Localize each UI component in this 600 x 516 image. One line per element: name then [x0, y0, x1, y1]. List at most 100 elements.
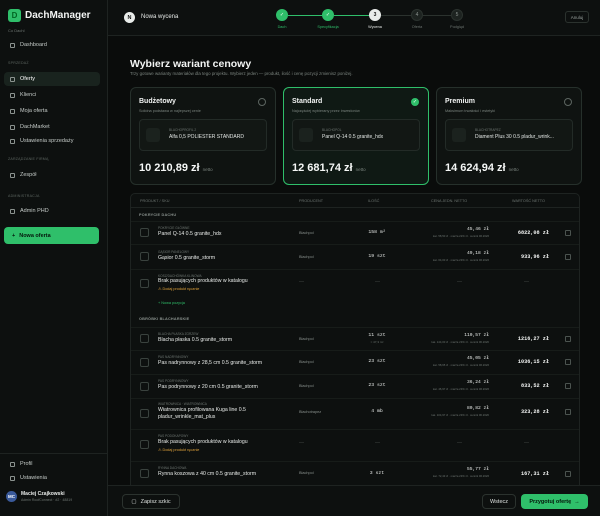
user-icon — [10, 461, 15, 467]
step-specyfikacja[interactable]: ✓ — [322, 9, 334, 21]
variant-card-budget[interactable]: Budżetowy Solidna podstawa w najlepszej … — [130, 87, 276, 185]
variant-card-premium[interactable]: Premium Maksimum trwałości i estetyki BL… — [436, 87, 582, 185]
trash-icon[interactable] — [565, 409, 571, 415]
step-wycena[interactable]: 3 — [369, 9, 381, 21]
variant-card-standard[interactable]: Standard Najczęściej wybierany przez inw… — [283, 87, 429, 185]
sidebar-item-team[interactable]: Zespół — [4, 168, 100, 182]
product-icon — [140, 409, 149, 418]
app-name: DachManager — [25, 10, 91, 21]
check-icon[interactable]: ✓ — [411, 98, 419, 106]
tag-icon — [10, 108, 15, 114]
table-row[interactable]: KOSZ/DACHÓWKA KLINOWA Brak pasujących pr… — [131, 269, 579, 311]
back-button[interactable]: Wstecz — [482, 494, 516, 509]
document-icon — [10, 76, 15, 82]
product-icon — [140, 469, 149, 478]
radio-icon[interactable] — [564, 98, 572, 106]
table-row[interactable]: PAS PODOKAPOWY Brak pasujących produktów… — [131, 429, 579, 460]
user-name: Maciej Czajkowski — [21, 491, 65, 497]
sidebar-divider — [0, 453, 108, 454]
save-draft-button[interactable]: ▢ Zapisz szkic — [122, 494, 180, 509]
step-dach[interactable]: ✓ — [276, 9, 288, 21]
column-header: PRODUCENT — [299, 199, 324, 203]
new-offer-button[interactable]: + Nowa oferta — [4, 227, 99, 244]
variant-price: 12 681,74 zł netto — [292, 162, 366, 174]
cancel-button[interactable]: Anuluj — [565, 11, 589, 23]
settings-icon — [10, 138, 15, 144]
sidebar-item-offers[interactable]: Oferty — [4, 72, 100, 86]
sidebar-item-dachmarket[interactable]: DachMarket — [4, 120, 100, 134]
variant-price: 14 624,94 zł netto — [445, 162, 519, 174]
step-label: Podgląd — [450, 25, 464, 29]
product-icon — [140, 279, 149, 288]
prepare-offer-button[interactable]: Przygotuj ofertę → — [521, 494, 588, 509]
sidebar-item-sales-settings[interactable]: Ustawienia sprzedaży — [4, 134, 100, 148]
section-subtitle: Trzy gotowe warianty materiałów dla tego… — [130, 71, 353, 76]
variant-product: BLACHOPROFIL 2 Alfa 0,5 POLIESTER STANDA… — [139, 119, 267, 151]
variant-product: BLACHOPOL Panel Q-14 0.5 granite_hdx — [292, 119, 420, 151]
table-row[interactable]: RYNNA DACHOWA Rynna koszowa z 40 cm 0.5 … — [131, 461, 579, 485]
radio-icon[interactable] — [258, 98, 266, 106]
trash-icon[interactable] — [565, 230, 571, 236]
plus-icon: + — [12, 232, 16, 239]
footer-bar: ▢ Zapisz szkic Wstecz Przygotuj ofertę → — [108, 485, 600, 516]
step-connector — [288, 15, 322, 16]
add-product-warning[interactable]: ⚠ Dodaj produkt ręcznie — [158, 286, 199, 291]
sidebar-item-settings[interactable]: Ustawienia — [4, 471, 100, 485]
product-icon — [140, 440, 149, 449]
product-icon — [140, 228, 149, 237]
product-category: BLACHOPOL — [322, 128, 342, 132]
product-name: Panel Q-14 0.5 granite_hdx — [322, 134, 384, 140]
section-label-company: ZARZĄDZANIE FIRMĄ — [8, 157, 49, 161]
product-name: Alfa 0,5 POLIESTER STANDARD — [169, 134, 244, 140]
sidebar-item-clients[interactable]: Klienci — [4, 88, 100, 102]
trash-icon[interactable] — [565, 471, 571, 477]
trash-icon[interactable] — [565, 359, 571, 365]
items-table: PRODUKT / SKU PRODUCENT ILOŚĆ CENA JEDN.… — [130, 193, 580, 491]
sidebar-item-admin-phd[interactable]: Admin PHD — [4, 204, 100, 218]
logo[interactable]: D DachManager — [8, 9, 91, 22]
avatar: MC — [6, 491, 17, 502]
step-connector — [423, 15, 451, 16]
table-row[interactable]: BLACHA PŁASKA ZGRZEW Blacha płaska 0.5 g… — [131, 327, 579, 349]
table-header: PRODUKT / SKU PRODUCENT ILOŚĆ CENA JEDN.… — [131, 194, 579, 208]
step-connector — [381, 15, 411, 16]
main-content: Wybierz wariant cenowy Trzy gotowe waria… — [108, 36, 600, 516]
table-row[interactable]: POKRYCIE GŁÓWNE Panel Q-14 0.5 granite_h… — [131, 221, 579, 243]
product-category: BLACHOTRAPEZ — [475, 128, 501, 132]
grid-icon — [10, 42, 15, 48]
variant-desc: Solidna podstawa w najlepszej cenie — [139, 109, 201, 113]
column-header: PRODUKT / SKU — [140, 199, 170, 203]
section-label-sales: SPRZEDAŻ — [8, 61, 29, 65]
table-row[interactable]: GĄSIOR PANELOWY Gąsior 0.5 granite_storm… — [131, 244, 579, 268]
sidebar-item-my-offer[interactable]: Moja oferta — [4, 104, 100, 118]
product-thumbnail — [299, 128, 313, 142]
trash-icon[interactable] — [565, 254, 571, 260]
add-product-warning[interactable]: ⚠ Dodaj produkt ręcznie — [158, 447, 199, 452]
product-icon — [140, 358, 149, 367]
app-root: D DachManager Co Dachl Dashboard SPRZEDA… — [0, 0, 600, 516]
step-label: Oferta — [411, 25, 423, 29]
save-icon: ▢ — [131, 498, 137, 505]
user-role: Admin RoofConnect · #2 · 48819 — [21, 498, 73, 502]
step-label: Specyfikacja — [317, 25, 339, 29]
table-row[interactable]: PAS PODRYNNOWY Pas podrynnowy z 20 cm 0.… — [131, 374, 579, 397]
step-connector — [334, 15, 369, 16]
step-oferta[interactable]: 4 — [411, 9, 423, 21]
logo-icon: D — [8, 9, 21, 22]
sidebar-item-dashboard[interactable]: Dashboard — [4, 38, 100, 52]
product-icon — [140, 382, 149, 391]
step-label: Dach — [277, 25, 287, 29]
add-item-link[interactable]: + Nowa pozycja — [158, 301, 185, 305]
table-row[interactable]: PAS NADRYNNOWY Pas nadrynnowy z 28,5 cm … — [131, 350, 579, 373]
column-header: ILOŚĆ — [368, 199, 380, 203]
trash-icon[interactable] — [565, 383, 571, 389]
step-podglad[interactable]: 5 — [451, 9, 463, 21]
user-menu[interactable]: MC Maciej Czajkowski Admin RoofConnect ·… — [6, 491, 72, 502]
table-row[interactable]: WIATROWNICA · WIATROWNICA Wiatrownica pr… — [131, 398, 579, 428]
trash-icon[interactable] — [565, 336, 571, 342]
workspace-label: Co Dachl — [8, 28, 25, 33]
sidebar-item-profile[interactable]: Profil — [4, 457, 100, 471]
product-icon — [140, 334, 149, 343]
section-label-admin: ADMINISTRACJA — [8, 194, 40, 198]
product-icon — [140, 252, 149, 261]
